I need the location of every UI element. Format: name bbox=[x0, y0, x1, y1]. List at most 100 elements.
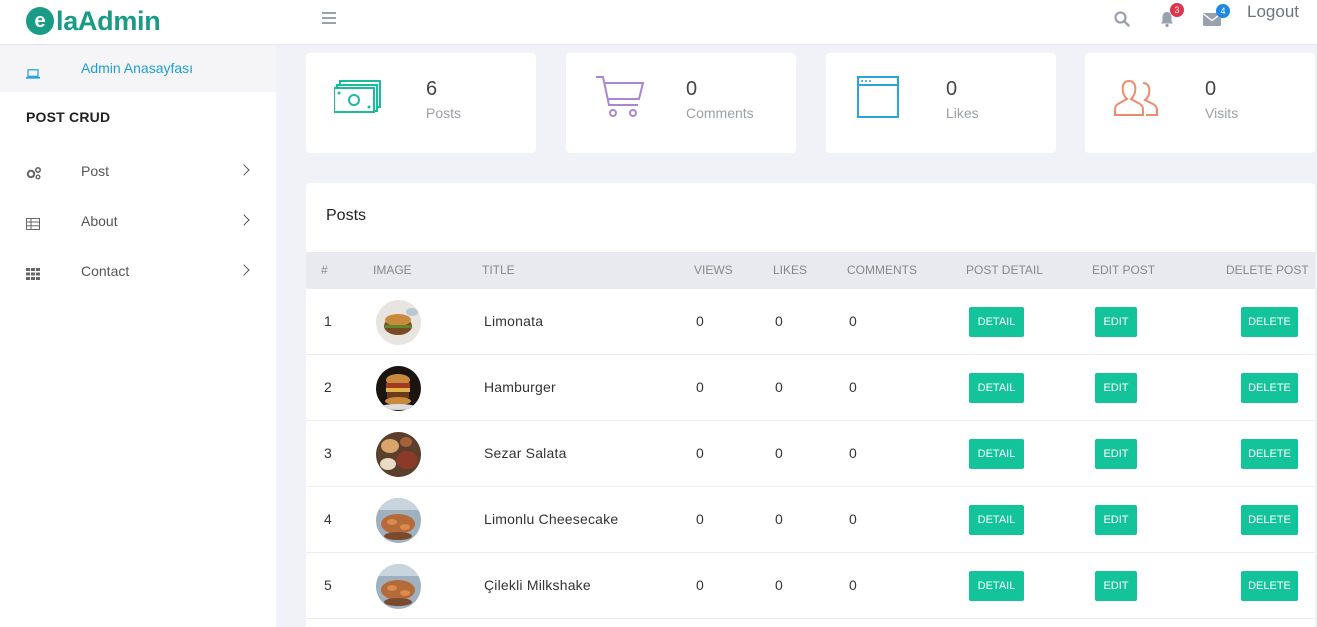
table-row: 1 Limonata 0 0 0 DETAIL EDIT DELETE bbox=[306, 289, 1315, 355]
stat-label: Visits bbox=[1205, 105, 1239, 121]
stat-label: Posts bbox=[426, 105, 462, 121]
users-icon bbox=[1113, 75, 1163, 123]
post-likes: 0 bbox=[775, 445, 783, 461]
chevron-right-icon bbox=[238, 214, 250, 226]
post-views: 0 bbox=[696, 445, 704, 461]
detail-button[interactable]: DETAIL bbox=[969, 307, 1024, 337]
column-header: POST DETAIL bbox=[966, 263, 1043, 277]
browser-window-icon bbox=[854, 75, 900, 123]
post-title: Sezar Salata bbox=[484, 445, 567, 461]
row-number: 1 bbox=[324, 313, 332, 329]
detail-button[interactable]: DETAIL bbox=[969, 373, 1024, 403]
row-number: 4 bbox=[324, 511, 332, 527]
table-row: 2 Hamburger 0 0 0 DETAIL EDIT DELETE bbox=[306, 355, 1315, 421]
search-icon[interactable] bbox=[1113, 10, 1131, 28]
top-navbar: e laAdmin 3 4 Logout bbox=[0, 0, 1317, 45]
brand-logo-mark: e bbox=[26, 7, 54, 35]
row-number: 3 bbox=[324, 445, 332, 461]
column-header: LIKES bbox=[773, 263, 808, 277]
table-header: # IMAGE TITLE VIEWS LIKES COMMENTS POST … bbox=[306, 252, 1315, 289]
row-number: 2 bbox=[324, 379, 332, 395]
money-icon bbox=[333, 75, 384, 119]
sidebar: Admin Anasayfası POST CRUD Post About Co… bbox=[0, 46, 276, 627]
messages-button[interactable]: 4 bbox=[1202, 4, 1230, 27]
grid-icon bbox=[26, 265, 40, 284]
post-title: Çilekli Milkshake bbox=[484, 577, 591, 593]
sidebar-item-label: Admin Anasayfası bbox=[81, 60, 194, 76]
brand-name-part1: la bbox=[56, 5, 78, 36]
stat-card-comments: 0 Comments bbox=[566, 53, 796, 153]
sidebar-item-about[interactable]: About bbox=[0, 202, 276, 242]
post-likes: 0 bbox=[775, 379, 783, 395]
sidebar-item-admin-home[interactable]: Admin Anasayfası bbox=[0, 46, 276, 92]
post-thumbnail bbox=[376, 432, 421, 477]
delete-button[interactable]: DELETE bbox=[1241, 571, 1298, 601]
sidebar-item-contact[interactable]: Contact bbox=[0, 252, 276, 292]
column-header: EDIT POST bbox=[1092, 263, 1156, 277]
post-likes: 0 bbox=[775, 313, 783, 329]
table-row: 3 Sezar Salata 0 0 0 DETAIL EDIT DELETE bbox=[306, 421, 1315, 487]
delete-button[interactable]: DELETE bbox=[1241, 373, 1298, 403]
post-title: Limonlu Cheesecake bbox=[484, 511, 619, 527]
stat-value: 0 bbox=[946, 78, 958, 100]
column-header: # bbox=[321, 263, 328, 277]
post-likes: 0 bbox=[775, 511, 783, 527]
post-comments: 0 bbox=[849, 313, 857, 329]
edit-button[interactable]: EDIT bbox=[1095, 439, 1137, 469]
logout-link[interactable]: Logout bbox=[1247, 2, 1299, 22]
column-header: DELETE POST bbox=[1226, 263, 1309, 277]
post-thumbnail bbox=[376, 366, 421, 411]
notifications-badge: 3 bbox=[1170, 3, 1184, 17]
post-likes: 0 bbox=[775, 577, 783, 593]
post-comments: 0 bbox=[849, 511, 857, 527]
sidebar-section-title: POST CRUD bbox=[26, 109, 111, 125]
sidebar-item-label: Post bbox=[81, 163, 110, 179]
sidebar-item-label: Contact bbox=[81, 263, 130, 279]
post-title: Hamburger bbox=[484, 379, 556, 395]
sidebar-item-post[interactable]: Post bbox=[0, 152, 276, 192]
edit-button[interactable]: EDIT bbox=[1095, 373, 1137, 403]
notifications-button[interactable]: 3 bbox=[1158, 3, 1184, 28]
hamburger-icon[interactable] bbox=[322, 12, 336, 24]
delete-button[interactable]: DELETE bbox=[1241, 307, 1298, 337]
detail-button[interactable]: DETAIL bbox=[969, 571, 1024, 601]
stat-label: Comments bbox=[686, 105, 754, 121]
table-row: 5 Çilekli Milkshake 0 0 0 DETAIL EDIT DE… bbox=[306, 553, 1315, 619]
detail-button[interactable]: DETAIL bbox=[969, 439, 1024, 469]
chevron-right-icon bbox=[238, 264, 250, 276]
laptop-icon bbox=[26, 64, 40, 83]
edit-button[interactable]: EDIT bbox=[1095, 505, 1137, 535]
delete-button[interactable]: DELETE bbox=[1241, 439, 1298, 469]
stat-card-posts: 6 Posts bbox=[306, 53, 536, 153]
edit-button[interactable]: EDIT bbox=[1095, 571, 1137, 601]
stat-card-visits: 0 Visits bbox=[1085, 53, 1315, 153]
chevron-right-icon bbox=[238, 164, 250, 176]
column-header: IMAGE bbox=[373, 263, 412, 277]
brand-name-part2: Admin bbox=[77, 5, 161, 36]
post-views: 0 bbox=[696, 577, 704, 593]
post-thumbnail bbox=[376, 564, 421, 609]
column-header: COMMENTS bbox=[847, 263, 917, 277]
stat-value: 6 bbox=[426, 78, 438, 100]
row-number: 5 bbox=[324, 577, 332, 593]
stat-value: 0 bbox=[1205, 78, 1217, 100]
post-comments: 0 bbox=[849, 379, 857, 395]
column-header: VIEWS bbox=[694, 263, 733, 277]
post-thumbnail bbox=[376, 498, 421, 543]
delete-button[interactable]: DELETE bbox=[1241, 505, 1298, 535]
post-comments: 0 bbox=[849, 577, 857, 593]
sidebar-item-label: About bbox=[81, 213, 118, 229]
post-thumbnail bbox=[376, 300, 421, 345]
edit-button[interactable]: EDIT bbox=[1095, 307, 1137, 337]
detail-button[interactable]: DETAIL bbox=[969, 505, 1024, 535]
stat-value: 0 bbox=[686, 78, 698, 100]
post-comments: 0 bbox=[849, 445, 857, 461]
brand-logo[interactable]: e laAdmin bbox=[26, 4, 161, 38]
posts-panel: Posts # IMAGE TITLE VIEWS LIKES COMMENTS… bbox=[306, 183, 1315, 627]
post-title: Limonata bbox=[484, 313, 544, 329]
cart-icon bbox=[594, 75, 646, 125]
post-views: 0 bbox=[696, 379, 704, 395]
stat-card-likes: 0 Likes bbox=[826, 53, 1056, 153]
messages-badge: 4 bbox=[1216, 4, 1230, 18]
cogs-icon bbox=[26, 165, 42, 184]
